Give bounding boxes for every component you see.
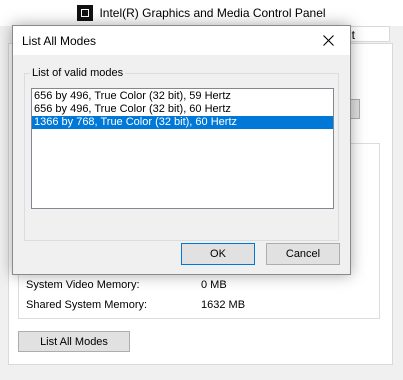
ok-button[interactable]: OK — [181, 243, 255, 265]
background-window-titlebar: Intel(R) Graphics and Media Control Pane… — [0, 0, 403, 26]
dialog-title: List All Modes — [22, 34, 97, 48]
list-all-modes-button[interactable]: List All Modes — [18, 331, 130, 352]
close-button[interactable] — [306, 26, 350, 55]
intel-graphics-app-icon — [77, 5, 94, 21]
system-video-memory-value: 0 MB — [201, 279, 227, 291]
background-window-title: Intel(R) Graphics and Media Control Pane… — [99, 6, 326, 20]
mode-list-item[interactable]: 656 by 496, True Color (32 bit), 60 Hert… — [32, 103, 333, 116]
close-icon — [322, 35, 334, 46]
list-all-modes-dialog: List All Modes List of valid modes 656 b… — [12, 25, 351, 275]
mode-list-item[interactable]: 656 by 496, True Color (32 bit), 59 Hert… — [32, 90, 333, 103]
system-video-memory-label: System Video Memory: — [26, 279, 140, 291]
cancel-button[interactable]: Cancel — [266, 243, 340, 265]
shared-system-memory-value: 1632 MB — [201, 299, 246, 311]
modes-listbox[interactable]: 656 by 496, True Color (32 bit), 59 Hert… — [31, 88, 334, 209]
dialog-titlebar: List All Modes — [13, 26, 350, 55]
mode-list-item-selected[interactable]: 1366 by 768, True Color (32 bit), 60 Her… — [32, 116, 333, 129]
shared-system-memory-label: Shared System Memory: — [26, 299, 148, 311]
valid-modes-group-label: List of valid modes — [30, 67, 126, 79]
